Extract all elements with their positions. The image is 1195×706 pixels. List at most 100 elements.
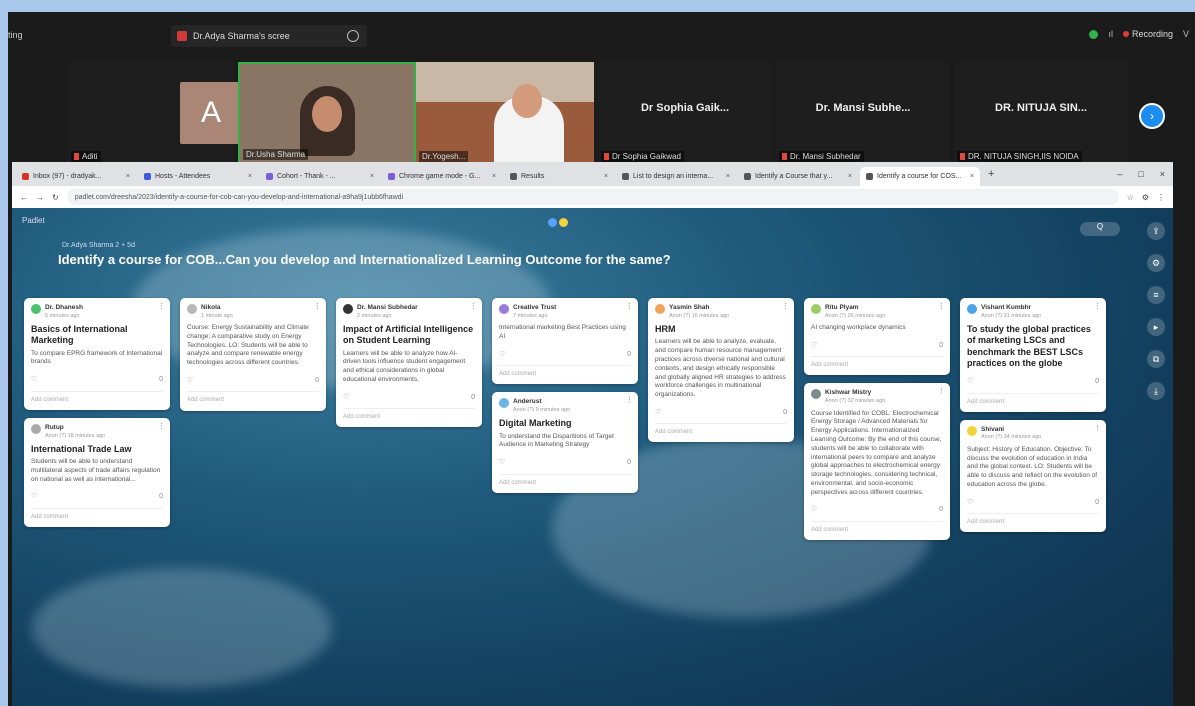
mic-muted-icon [960,153,965,161]
browser-tab[interactable]: Identify a Course that y... × [738,167,858,186]
participant-tile-video[interactable]: Dr.Usha Sharma [238,62,416,164]
slideshow-icon[interactable]: ▸ [1147,318,1165,336]
share-icon[interactable]: ⇪ [1147,222,1165,240]
settings-icon[interactable]: ⚙ [1147,254,1165,272]
more-options-icon[interactable]: ⋮ [314,302,321,311]
post-card[interactable]: Anderust Anon (?) 9 minutes ago ⋮ Digital M… [492,392,638,493]
minimize-icon[interactable]: – [1117,169,1122,179]
reload-icon[interactable]: ↻ [52,193,59,202]
search-button[interactable]: Q [1080,222,1120,236]
participant-tile[interactable]: Dr. Mansi Subhe... Dr. Mansi Subhedar [776,62,950,164]
more-options-icon[interactable]: ⋮ [158,422,165,431]
add-comment-field[interactable]: Add comment [811,356,943,369]
post-card[interactable]: Shivani Anon (?) 34 minutes ago ⋮ Subject: … [960,419,1106,533]
add-comment-field[interactable]: Add comment [31,390,163,404]
post-card[interactable]: Kishwar Mistry Anon (?) 32 minutes ago ⋮ Co… [804,383,950,540]
add-comment-field[interactable]: Add comment [499,473,631,487]
more-options-icon[interactable]: ⋮ [782,302,789,311]
browser-tab-active[interactable]: Identify a course for COS... × [860,167,980,186]
add-comment-field[interactable]: Add comment [967,513,1099,526]
add-comment-field[interactable]: Add comment [655,423,787,436]
add-comment-field[interactable]: Add comment [343,408,475,421]
url-field[interactable]: padlet.com/dreesha/2023/identify-a-cours… [66,189,1119,205]
more-options-icon[interactable]: ⋮ [1094,302,1101,311]
back-icon[interactable]: ← [20,193,28,202]
react-icon[interactable]: ♡ [811,341,817,350]
react-icon[interactable]: ♡ [499,458,505,467]
more-options-icon[interactable]: ⋮ [626,302,633,311]
react-icon[interactable]: ♡ [31,375,37,384]
react-icon[interactable]: ♡ [187,376,193,385]
extensions-icon[interactable]: ⚙ [1142,193,1149,202]
avatar [811,304,821,314]
post-card[interactable]: Ritu Plyam Anon (?) 26 minutes ago ⋮ AI cha… [804,298,950,376]
maximize-icon[interactable]: □ [1138,169,1143,179]
add-comment-field[interactable]: Add comment [187,391,319,404]
more-options-icon[interactable]: ⋮ [938,302,945,311]
close-icon[interactable]: × [848,173,852,180]
more-options-icon[interactable]: ⋮ [470,302,477,311]
add-comment-field[interactable]: Add comment [31,507,163,521]
react-icon[interactable]: ♡ [31,492,37,501]
forward-icon[interactable]: → [36,193,44,202]
close-icon[interactable]: × [492,173,496,180]
react-icon[interactable]: ♡ [499,350,505,359]
close-window-icon[interactable]: × [1160,169,1165,179]
post-card[interactable]: Yasmin Shah Anon (?) 16 minutes ago ⋮ HRM Le… [648,298,794,443]
add-comment-field[interactable]: Add comment [811,520,943,534]
post-card[interactable]: Rutup Anon (?) 18 minutes ago ⋮ Internation… [24,417,170,528]
react-icon[interactable]: ♡ [811,505,817,514]
remake-icon[interactable]: ⧉ [1147,350,1165,368]
avatar [343,304,353,314]
screen-share-indicator[interactable]: Dr.Adya Sharma's scree [171,25,367,47]
close-icon[interactable]: × [370,173,374,180]
browser-tab[interactable]: List to design an interna... × [616,167,736,186]
export-icon[interactable]: ⤓ [1147,382,1165,400]
participant-tile[interactable]: A Aditi [68,62,242,164]
menu-icon[interactable]: ⋮ [1157,193,1165,202]
post-card[interactable]: Dr. Dhanesh 5 minutes ago ⋮ Basics of Inter… [24,298,170,410]
list-icon[interactable]: ≡ [1147,286,1165,304]
post-card[interactable]: Vishant Kumbhr Anon (?) 31 minutes ago ⋮ To… [960,298,1106,412]
react-icon[interactable]: ♡ [655,408,661,417]
close-icon[interactable]: × [604,173,608,180]
browser-tab[interactable]: Hosts - Attendees × [138,167,258,186]
like-count: 0 [783,408,787,416]
participant-tile[interactable]: DR. NITUJA SIN... DR. NITUJA SINGH,IIS N… [954,62,1128,164]
more-options-icon[interactable]: ⋮ [938,387,945,396]
react-icon[interactable]: ♡ [967,498,973,507]
close-icon[interactable]: × [248,173,252,180]
next-participants-button[interactable]: › [1139,103,1165,129]
star-icon[interactable]: ☆ [1127,193,1134,202]
more-options-icon[interactable]: ⋮ [1094,424,1101,433]
post-card[interactable]: Dr. Mansi Subhedar 2 minutes ago ⋮ Impact o… [336,298,482,428]
shield-icon [347,30,359,42]
browser-tab[interactable]: Inbox (97) - dradyak... × [16,167,136,186]
recording-indicator[interactable]: Recording [1122,29,1173,39]
post-timestamp: 1 minute ago [201,312,233,319]
more-options-icon[interactable]: ⋮ [158,302,165,311]
add-comment-field[interactable]: Add comment [499,365,631,378]
like-count: 0 [1095,378,1099,386]
padlet-logo[interactable]: Padlet [22,216,45,225]
react-icon[interactable]: ♡ [967,377,973,386]
tab-favicon-icon [866,173,873,180]
participant-tile[interactable]: Dr Sophia Gaik... Dr Sophia Gaikwad [598,62,772,164]
browser-tab[interactable]: Cohort - Thank - ... × [260,167,380,186]
close-icon[interactable]: × [970,173,974,180]
browser-tab[interactable]: Chrome game mode - G... × [382,167,502,186]
react-icon[interactable]: ♡ [343,393,349,402]
address-bar-row: ← → ↻ padlet.com/dreesha/2023/identify-a… [12,186,1173,208]
post-card[interactable]: Creative Trust 7 minutes ago ⋮ Internationa… [492,298,638,385]
participant-tile-video[interactable]: Dr.Yogesh... [416,62,594,164]
more-options-icon[interactable]: ⋮ [626,396,633,405]
close-icon[interactable]: × [726,173,730,180]
post-author: Ritu Plyam [825,304,859,311]
close-icon[interactable]: × [126,173,130,180]
board-toolbar: ⇪ ⚙ ≡ ▸ ⧉ ⤓ [1145,222,1167,400]
view-icon[interactable]: V [1183,29,1189,39]
new-tab-button[interactable]: + [982,168,1000,180]
browser-tab[interactable]: Results × [504,167,614,186]
add-comment-field[interactable]: Add comment [967,392,1099,406]
post-card[interactable]: Nikola 1 minute ago ⋮ Course: Energy Sustai… [180,298,326,411]
